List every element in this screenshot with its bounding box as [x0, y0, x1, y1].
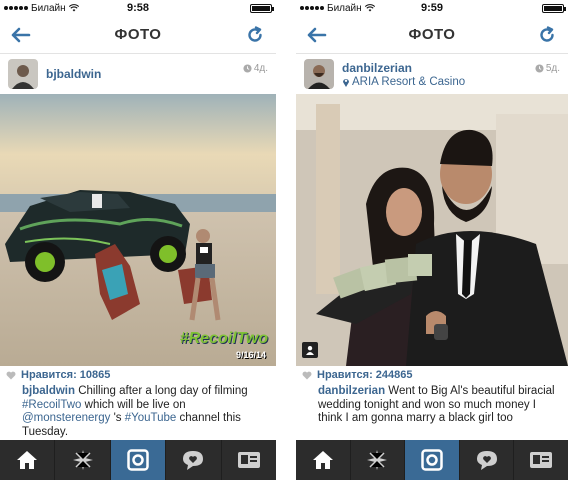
caption-username[interactable]: danbilzerian [318, 385, 385, 397]
wifi-icon [364, 4, 375, 12]
post-location[interactable]: ARIA Resort & Casino [342, 76, 465, 88]
user-block: bjbaldwin [46, 67, 101, 81]
back-arrow-icon[interactable] [10, 24, 32, 46]
speech-heart-icon [476, 451, 497, 470]
profile-card-icon [530, 452, 553, 468]
tab-activity[interactable] [460, 440, 515, 480]
page-title: ФОТО [408, 26, 456, 43]
tab-profile[interactable] [222, 440, 276, 480]
camera-icon [421, 449, 443, 471]
clock-icon [535, 64, 544, 73]
tab-home[interactable] [0, 440, 56, 480]
post-photo[interactable]: #RecoilTwo 9/16/14 [0, 94, 276, 366]
post-username[interactable]: danbilzerian [342, 61, 465, 75]
caption-text: which will be live on [81, 398, 186, 411]
back-arrow-icon[interactable] [306, 24, 328, 46]
post-time-label: 4д. [253, 63, 268, 74]
tagged-user-icon[interactable] [302, 342, 318, 358]
beach-photo-image [0, 94, 276, 366]
tab-profile[interactable] [514, 440, 568, 480]
refresh-icon[interactable] [536, 24, 558, 46]
post-header: danbilzerian ARIA Resort & Casino 5д. [296, 54, 568, 94]
avatar[interactable] [304, 59, 334, 89]
tab-activity[interactable] [166, 440, 222, 480]
profile-card-icon [237, 452, 260, 468]
phone-screen-right: Билайн 9:59 ФОТО danbilzerian ARIA Resor… [296, 0, 568, 480]
post-username[interactable]: bjbaldwin [46, 67, 101, 81]
location-pin-icon [343, 78, 349, 87]
tab-home[interactable] [296, 440, 351, 480]
home-icon [312, 451, 333, 469]
camera-icon [127, 449, 149, 471]
photo-watermark-tag: #RecoilTwo [179, 330, 268, 347]
tab-camera[interactable] [405, 440, 460, 480]
caption-username[interactable]: bjbaldwin [22, 385, 75, 397]
nav-bar: ФОТО [0, 16, 276, 54]
caption-text: Chilling after a long day of filming [75, 385, 248, 397]
page-title: ФОТО [114, 26, 162, 43]
post-photo[interactable] [296, 94, 568, 366]
post-caption: bjbaldwin Chilling after a long day of f… [22, 385, 270, 439]
likes-row[interactable]: Нравится: 244865 [302, 369, 413, 381]
tab-explore[interactable] [351, 440, 406, 480]
nav-bar: ФОТО [296, 16, 568, 54]
explore-star-icon [367, 450, 388, 470]
carrier-label: Билайн [31, 2, 66, 14]
hashtag-link[interactable]: #RecoilTwo [22, 399, 81, 411]
tab-bar [296, 440, 568, 480]
refresh-icon[interactable] [244, 24, 266, 46]
explore-star-icon [72, 450, 93, 470]
battery-icon [542, 3, 566, 13]
battery-icon [250, 3, 274, 13]
post-caption: danbilzerian Went to Big Al's beautiful … [318, 385, 562, 426]
signal-icon [300, 6, 324, 10]
post-time-label: 5д. [545, 63, 560, 74]
tab-bar [0, 440, 276, 480]
home-icon [17, 451, 38, 469]
hashtag-link[interactable]: #YouTube [125, 412, 177, 424]
likes-count: Нравится: 244865 [317, 369, 413, 381]
wifi-icon [68, 4, 79, 12]
clock-icon [243, 64, 252, 73]
tab-camera[interactable] [110, 440, 167, 480]
avatar[interactable] [8, 59, 38, 89]
likes-row[interactable]: Нравится: 10865 [6, 369, 110, 381]
photo-watermark-date: 9/16/14 [235, 350, 266, 360]
status-bar: Билайн 9:58 [0, 0, 276, 16]
heart-icon [6, 371, 16, 379]
tab-explore[interactable] [55, 440, 111, 480]
user-block: danbilzerian ARIA Resort & Casino [342, 61, 465, 88]
couple-photo-image [296, 94, 568, 366]
likes-count: Нравится: 10865 [21, 369, 111, 381]
speech-heart-icon [183, 451, 204, 470]
mention-link[interactable]: @monsterenergy [22, 412, 110, 424]
caption-text: 's [110, 412, 125, 424]
heart-icon [302, 371, 312, 379]
signal-icon [4, 6, 28, 10]
status-bar: Билайн 9:59 [296, 0, 568, 16]
carrier-label: Билайн [327, 2, 362, 14]
phone-screen-left: Билайн 9:58 ФОТО bjbaldwin 4д. #RecoilTw… [0, 0, 276, 480]
post-time: 4д. [243, 63, 268, 74]
post-time: 5д. [535, 63, 560, 74]
post-location-label: ARIA Resort & Casino [352, 75, 466, 88]
post-header: bjbaldwin 4д. [0, 54, 276, 94]
